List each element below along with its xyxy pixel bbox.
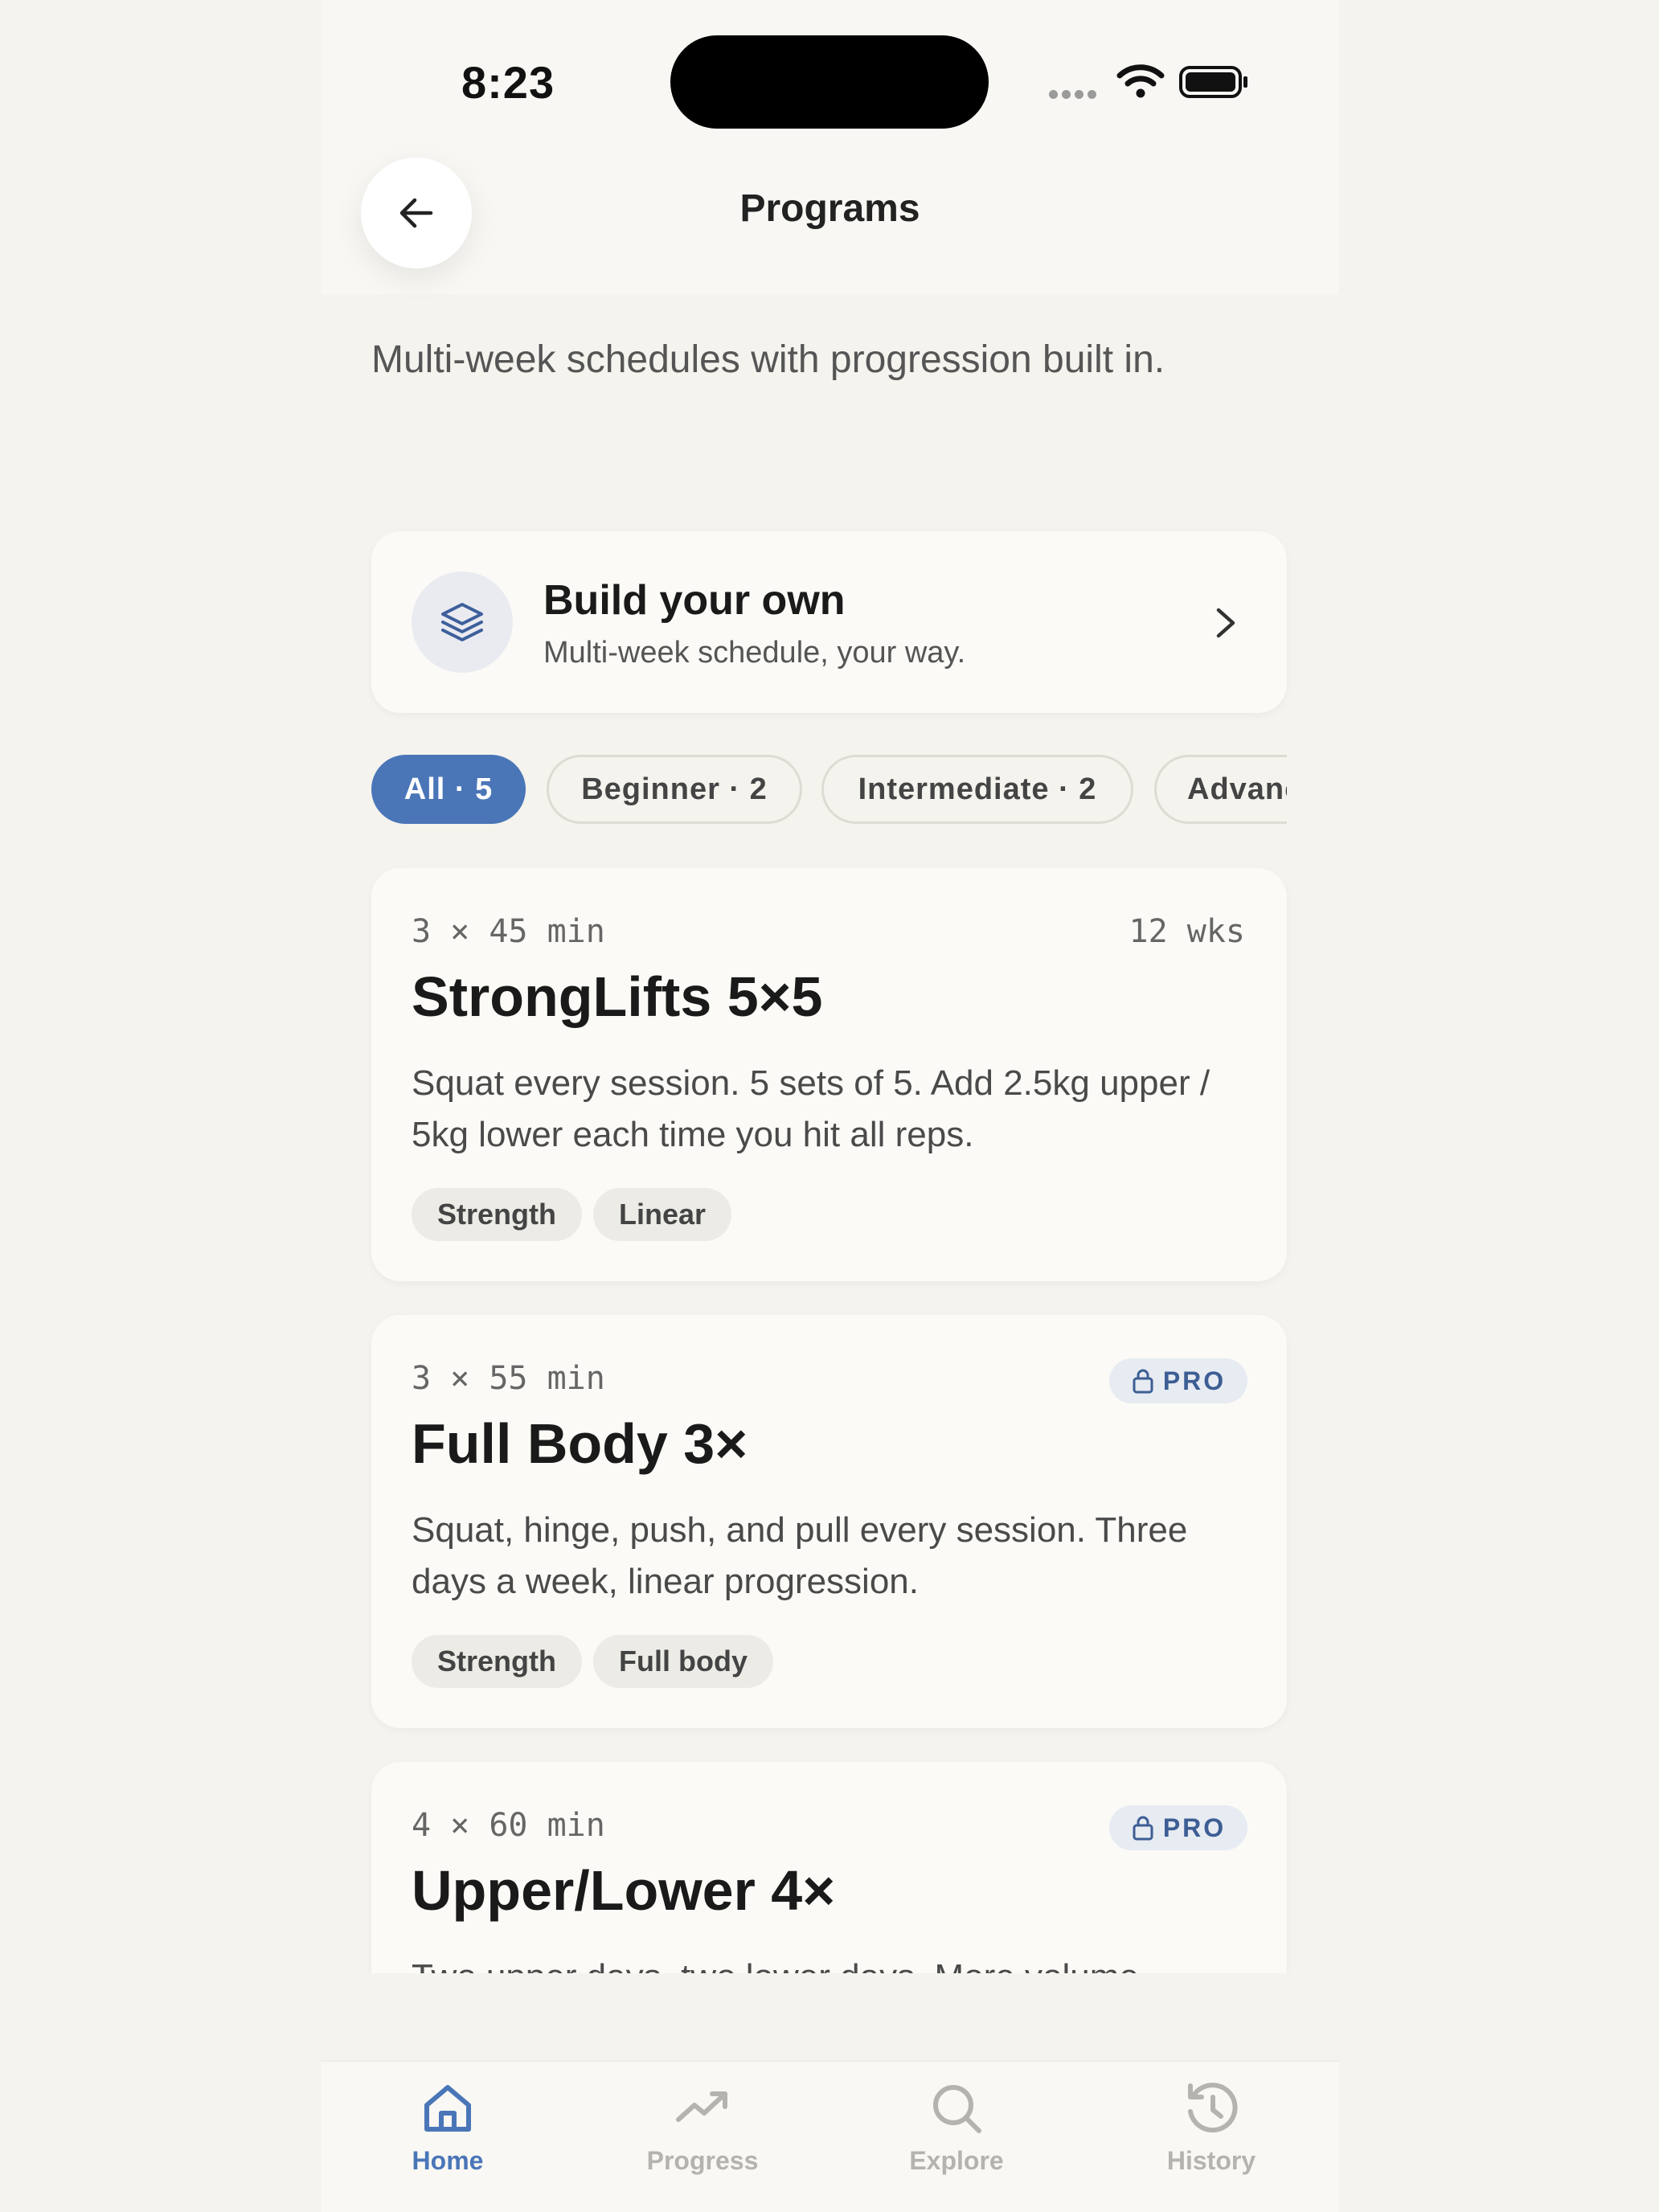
tab-history[interactable]: History	[1123, 2079, 1300, 2176]
lock-icon	[1133, 1369, 1153, 1394]
tag: Full body	[593, 1635, 773, 1688]
tag: Strength	[412, 1635, 582, 1688]
program-description: Squat, hinge, push, and pull every sessi…	[412, 1510, 1188, 1601]
tab-label: Progress	[646, 2146, 759, 2175]
filter-advanced[interactable]: Advanced · 1	[1154, 755, 1287, 824]
status-time: 8:23	[461, 57, 555, 108]
battery-icon	[1179, 64, 1250, 104]
pro-badge: PRO	[1109, 1358, 1247, 1403]
program-card-upper-lower[interactable]: 4 × 60 min PRO Upper/Lower 4× Two upper …	[371, 1762, 1287, 1973]
program-card-stronglifts[interactable]: 3 × 45 min 12 wks StrongLifts 5×5 Squat …	[371, 868, 1287, 1281]
cellular-signal-icon	[1049, 88, 1100, 103]
tab-home[interactable]: Home	[359, 2079, 536, 2176]
history-icon	[1188, 2083, 1238, 2133]
program-duration: 3 × 55 min	[412, 1360, 605, 1397]
lock-icon	[1133, 1816, 1153, 1841]
program-duration: 3 × 45 min	[412, 913, 605, 950]
tab-progress[interactable]: Progress	[614, 2079, 791, 2176]
tab-label: Home	[412, 2146, 484, 2175]
trending-up-icon	[676, 2091, 727, 2122]
tab-label: History	[1166, 2146, 1256, 2175]
program-duration: 4 × 60 min	[412, 1807, 605, 1844]
build-card-title: Build your own	[543, 577, 846, 624]
build-card-subtitle: Multi-week schedule, your way.	[543, 636, 966, 670]
filter-intermediate[interactable]: Intermediate · 2	[821, 755, 1133, 824]
program-title: StrongLifts 5×5	[412, 965, 823, 1028]
tab-label: Explore	[909, 2146, 1004, 2175]
build-your-own-card[interactable]: Build your own Multi-week schedule, your…	[371, 531, 1287, 713]
dynamic-island	[670, 35, 989, 129]
program-card-full-body[interactable]: 3 × 55 min PRO Full Body 3× Squat, hinge…	[371, 1315, 1287, 1728]
program-tags: Strength Linear	[412, 1188, 743, 1241]
wifi-icon	[1116, 63, 1165, 102]
tag: Linear	[593, 1188, 732, 1241]
pro-badge-label: PRO	[1162, 1366, 1227, 1395]
tab-bar: Home Progress Explore History	[321, 2060, 1339, 2212]
scroll-clip: 4 × 60 min PRO Upper/Lower 4× Two upper …	[321, 1748, 1339, 1973]
filter-pills: All · 5 Beginner · 2 Intermediate · 2 Ad…	[371, 755, 1287, 827]
search-icon	[933, 2085, 981, 2133]
filter-beginner[interactable]: Beginner · 2	[547, 755, 802, 824]
pro-badge: PRO	[1109, 1805, 1247, 1850]
program-title: Upper/Lower 4×	[412, 1859, 836, 1922]
program-description: Two upper days, two lower days. More vol…	[412, 1952, 1247, 1973]
pro-badge-label: PRO	[1162, 1813, 1227, 1842]
program-weeks: 12 wks	[1129, 913, 1246, 950]
program-description: Squat every session. 5 sets of 5. Add 2.…	[412, 1063, 1210, 1154]
home-icon	[424, 2085, 471, 2132]
page-title: Programs	[739, 187, 920, 230]
program-title: Full Body 3×	[412, 1412, 748, 1475]
chevron-right-icon	[1216, 608, 1235, 638]
layers-icon	[441, 603, 483, 641]
filter-all[interactable]: All · 5	[371, 755, 526, 824]
program-tags: Strength Full body	[412, 1635, 784, 1688]
page-subtitle: Multi-week schedules with progression bu…	[371, 338, 1165, 381]
app-screen: 8:23 Programs Multi-week schedules with …	[321, 0, 1339, 2212]
tab-explore[interactable]: Explore	[868, 2079, 1045, 2176]
tag: Strength	[412, 1188, 582, 1241]
build-icon-circle	[412, 571, 513, 673]
